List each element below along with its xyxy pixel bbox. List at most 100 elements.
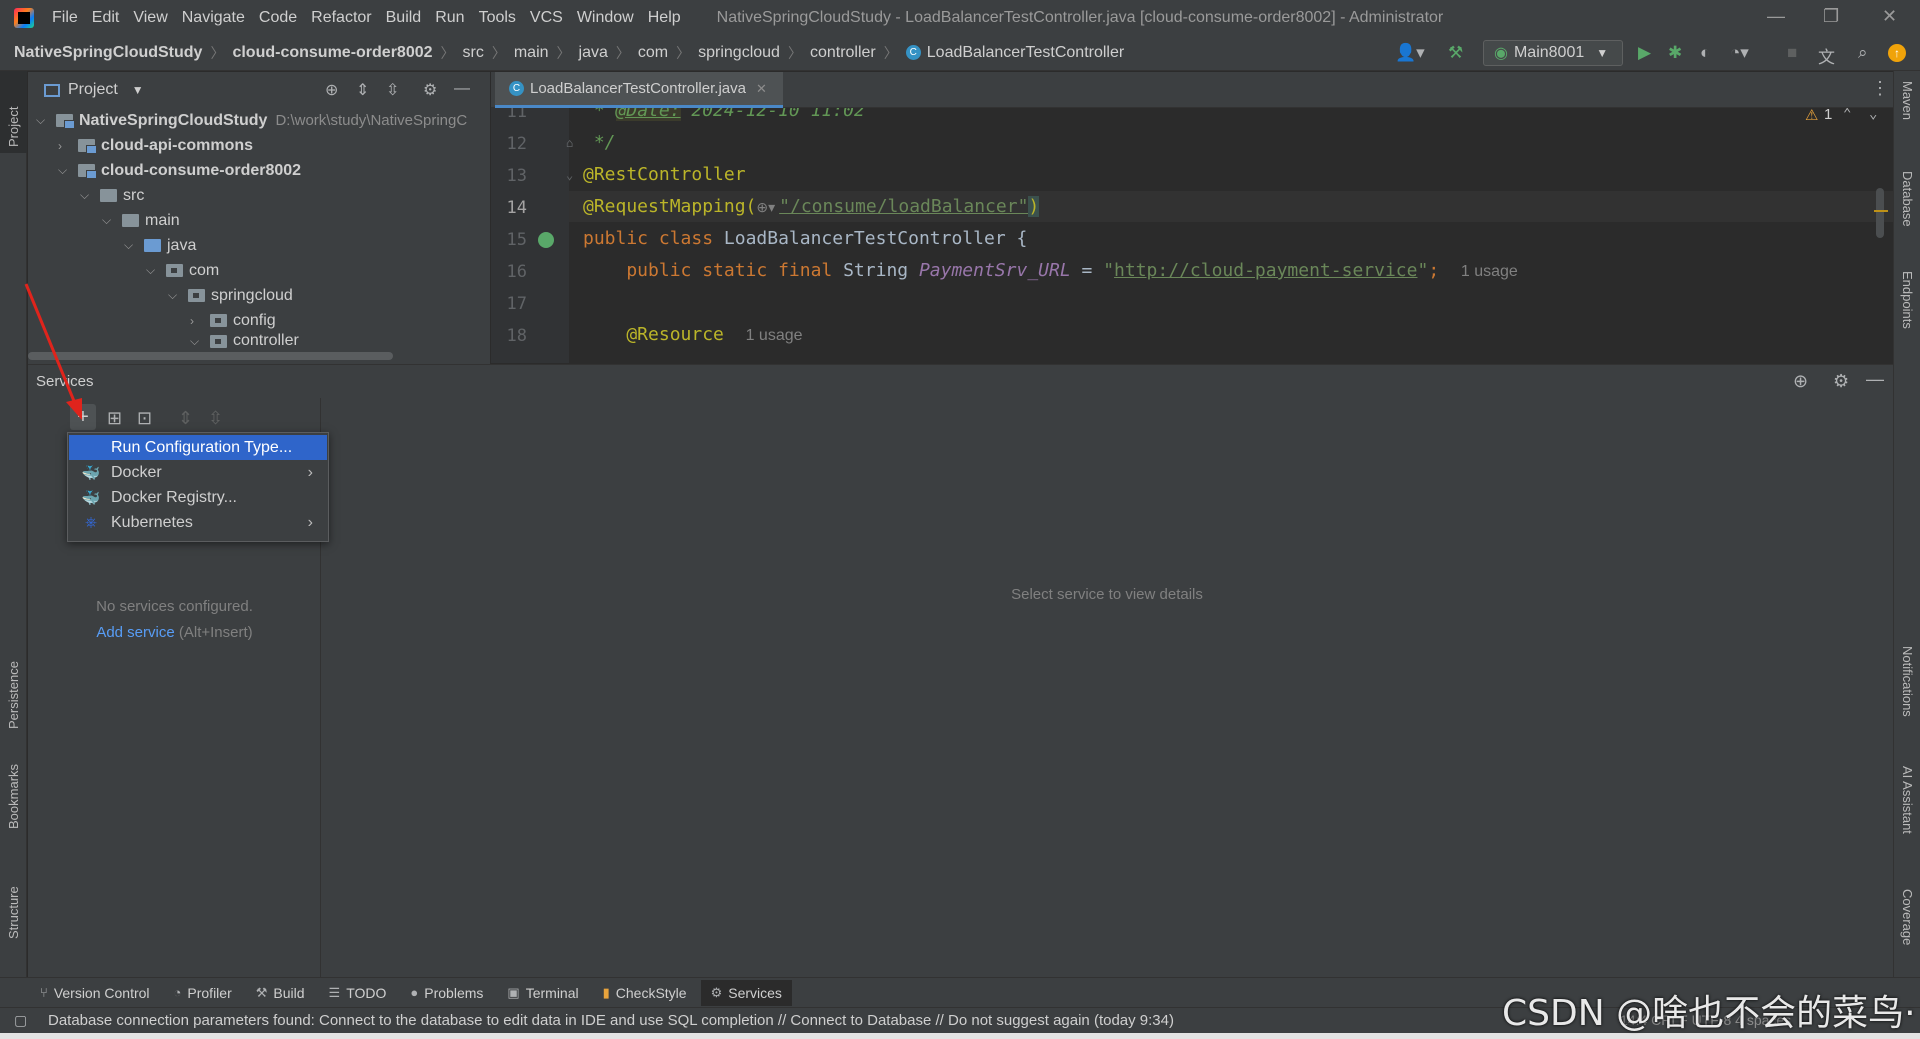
menu-run[interactable]: Run	[435, 9, 464, 27]
run-configuration-selector[interactable]: ◉ Main8001 ▼	[1483, 40, 1623, 66]
next-highlight-icon[interactable]: ⌄	[1869, 108, 1877, 122]
restore-icon[interactable]: ❐	[1823, 6, 1839, 27]
tool-coverage[interactable]: Coverage	[1900, 889, 1915, 945]
more-options-icon[interactable]: ⋮	[1871, 78, 1889, 99]
hide-panel-icon[interactable]: —	[1866, 369, 1884, 390]
tool-endpoints[interactable]: Endpoints	[1900, 271, 1915, 329]
chevron-down-icon[interactable]: ⌵	[36, 113, 50, 128]
tab-checkstyle[interactable]: ▮ CheckStyle	[603, 985, 687, 1001]
tree-item-src[interactable]: ⌵ src	[80, 183, 144, 208]
tab-terminal[interactable]: ▣ Terminal	[507, 985, 578, 1001]
new-tab-icon[interactable]: ⊡	[137, 408, 152, 429]
breadcrumb-class[interactable]: LoadBalancerTestController	[927, 44, 1124, 62]
tree-item-controller[interactable]: ⌵ controller	[190, 331, 299, 351]
tool-bookmarks[interactable]: Bookmarks	[6, 764, 21, 829]
gear-icon[interactable]: ⚙	[423, 80, 437, 100]
close-tab-icon[interactable]: ✕	[756, 81, 767, 97]
menu-refactor[interactable]: Refactor	[311, 9, 371, 27]
status-message[interactable]: Database connection parameters found: Co…	[48, 1012, 1174, 1029]
editor-scrollbar[interactable]	[1876, 188, 1884, 238]
expand-all-icon[interactable]: ⇕	[356, 80, 369, 100]
tab-build[interactable]: ⚒ Build	[256, 985, 305, 1001]
chevron-down-icon[interactable]: ⌵	[190, 334, 204, 349]
tab-services[interactable]: ⚙ Services	[700, 979, 792, 1006]
tool-persistence[interactable]: Persistence	[6, 661, 21, 729]
project-panel-title[interactable]: Project	[68, 81, 118, 99]
minimize-icon[interactable]: —	[1767, 6, 1785, 27]
breadcrumb-main[interactable]: main	[514, 44, 549, 62]
menu-build[interactable]: Build	[386, 9, 422, 27]
breadcrumb-project[interactable]: NativeSpringCloudStudy	[14, 44, 202, 62]
close-icon[interactable]: ✕	[1882, 6, 1897, 27]
locate-icon[interactable]: ⊕	[1793, 371, 1808, 392]
menu-view[interactable]: View	[133, 9, 167, 27]
breadcrumb-src[interactable]: src	[463, 44, 484, 62]
menu-navigate[interactable]: Navigate	[182, 9, 245, 27]
tree-item-config[interactable]: › config	[190, 308, 276, 333]
menu-item-kubernetes[interactable]: ⎈ Kubernetes ›	[69, 510, 327, 535]
tree-item-main[interactable]: ⌵ main	[102, 208, 180, 233]
update-icon[interactable]: ↑	[1888, 44, 1906, 62]
hide-panel-icon[interactable]: —	[454, 80, 470, 98]
menu-file[interactable]: File	[52, 9, 78, 27]
previous-highlight-icon[interactable]: ⌃	[1843, 108, 1851, 122]
chevron-down-icon[interactable]: ⌵	[80, 188, 94, 203]
spring-bean-icon[interactable]	[538, 232, 554, 248]
chevron-down-icon[interactable]: ⌵	[58, 163, 72, 178]
run-icon[interactable]: ▶	[1638, 43, 1651, 63]
collapse-all-icon[interactable]: ⇳	[386, 80, 399, 100]
tree-item-java[interactable]: ⌵ java	[124, 233, 196, 258]
menu-item-run-configuration-type[interactable]: Run Configuration Type...	[69, 435, 327, 460]
menu-window[interactable]: Window	[577, 9, 634, 27]
menu-help[interactable]: Help	[648, 9, 681, 27]
chevron-down-icon[interactable]: ⌵	[146, 263, 160, 278]
warning-count[interactable]: 1	[1824, 108, 1832, 123]
tree-item-root[interactable]: ⌵ NativeSpringCloudStudy D:\work\study\N…	[36, 108, 467, 133]
debug-icon[interactable]: ✱	[1668, 43, 1682, 63]
user-icon[interactable]: 👤▾	[1395, 43, 1425, 63]
tree-item-cloud-api-commons[interactable]: › cloud-api-commons	[58, 133, 253, 158]
code-editor[interactable]: 11 12 13 14 15 16 17 18 ⌂ ⌄ * @Date: 202…	[491, 108, 1893, 363]
tool-project[interactable]: Project	[6, 107, 21, 147]
fold-icon[interactable]: ⌄	[566, 168, 573, 182]
tree-item-cloud-consume-order8002[interactable]: ⌵ cloud-consume-order8002	[58, 158, 301, 183]
gear-icon[interactable]: ⚙	[1833, 371, 1849, 392]
chevron-down-icon[interactable]: ⌵	[102, 213, 116, 228]
translate-icon[interactable]: 文	[1818, 43, 1835, 68]
warning-stripe-mark[interactable]	[1874, 210, 1888, 212]
stop-icon[interactable]: ■	[1787, 43, 1797, 63]
tree-item-springcloud[interactable]: ⌵ springcloud	[168, 283, 293, 308]
menu-tools[interactable]: Tools	[479, 9, 516, 27]
editor-tab-loadbalancertestcontroller[interactable]: C LoadBalancerTestController.java ✕	[495, 72, 783, 108]
chevron-down-icon[interactable]: ⌵	[124, 238, 138, 253]
tool-ai-assistant[interactable]: AI Assistant	[1900, 766, 1915, 834]
tab-profiler[interactable]: ◔ Profiler	[174, 985, 232, 1001]
toggle-tool-windows-icon[interactable]: ▢	[14, 1012, 27, 1029]
menu-vcs[interactable]: VCS	[530, 9, 563, 27]
menu-item-docker[interactable]: 🐳 Docker ›	[69, 460, 327, 485]
tool-maven[interactable]: Maven	[1900, 81, 1915, 120]
group-by-icon[interactable]: ⊞	[107, 408, 122, 429]
tree-item-com[interactable]: ⌵ com	[146, 258, 219, 283]
chevron-right-icon[interactable]: ›	[58, 139, 72, 153]
search-icon[interactable]: ⌕	[1858, 43, 1868, 63]
fold-icon[interactable]: ⌂	[566, 136, 573, 150]
chevron-down-icon[interactable]: ⌵	[168, 288, 182, 303]
warning-icon[interactable]: ⚠	[1805, 108, 1818, 124]
tab-todo[interactable]: ☰ TODO	[329, 985, 387, 1001]
menu-item-docker-registry[interactable]: 🐳 Docker Registry...	[69, 485, 327, 510]
breadcrumb-controller[interactable]: controller	[810, 44, 876, 62]
coverage-run-icon[interactable]: ◐	[1700, 43, 1710, 63]
tool-notifications[interactable]: Notifications	[1900, 646, 1915, 717]
breadcrumb-com[interactable]: com	[638, 44, 668, 62]
tab-problems[interactable]: ● Problems	[410, 985, 483, 1001]
tool-database[interactable]: Database	[1900, 171, 1915, 227]
breadcrumb-module[interactable]: cloud-consume-order8002	[232, 44, 432, 62]
add-service-link[interactable]: Add service	[96, 624, 174, 641]
tab-version-control[interactable]: ⑂ Version Control	[40, 985, 150, 1001]
chevron-right-icon[interactable]: ›	[190, 314, 204, 328]
build-hammer-icon[interactable]: ⚒	[1448, 43, 1463, 63]
breadcrumb-springcloud[interactable]: springcloud	[698, 44, 780, 62]
breadcrumb-java[interactable]: java	[579, 44, 608, 62]
menu-code[interactable]: Code	[259, 9, 297, 27]
